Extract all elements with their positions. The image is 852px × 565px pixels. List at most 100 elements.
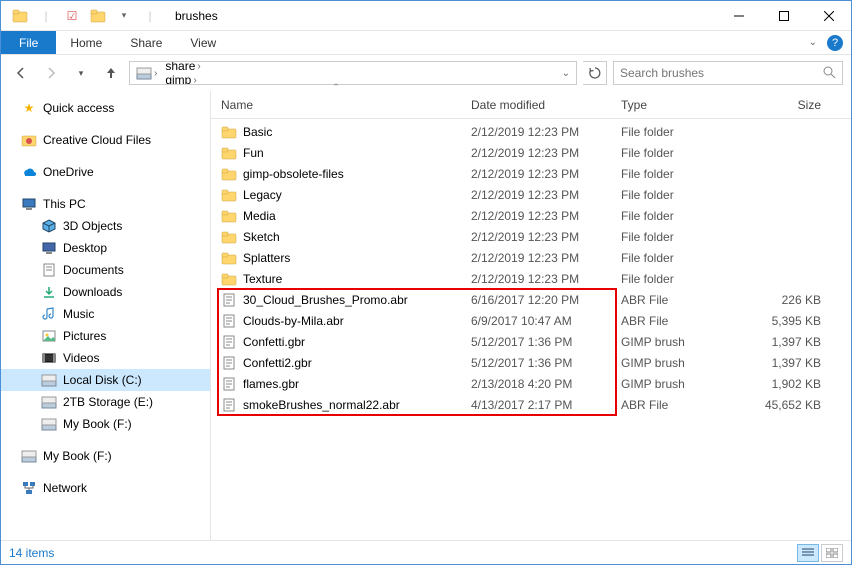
forward-button[interactable] bbox=[39, 61, 63, 85]
nav-creative-cloud[interactable]: Creative Cloud Files bbox=[1, 129, 210, 151]
up-button[interactable] bbox=[99, 61, 123, 85]
folder-row[interactable]: Sketch2/12/2019 12:23 PMFile folder bbox=[221, 226, 851, 247]
file-row[interactable]: 30_Cloud_Brushes_Promo.abr6/16/2017 12:2… bbox=[221, 289, 851, 310]
folder-row[interactable]: Splatters2/12/2019 12:23 PMFile folder bbox=[221, 247, 851, 268]
nav-label: 3D Objects bbox=[63, 219, 122, 233]
file-name: Texture bbox=[243, 272, 282, 286]
file-icon bbox=[221, 355, 237, 371]
back-button[interactable] bbox=[9, 61, 33, 85]
file-list[interactable]: Basic2/12/2019 12:23 PMFile folderFun2/1… bbox=[211, 119, 851, 540]
view-large-button[interactable] bbox=[821, 544, 843, 562]
navigation-pane: ★Quick access Creative Cloud Files OneDr… bbox=[1, 91, 211, 540]
recent-dropdown[interactable]: ▾ bbox=[69, 61, 93, 85]
folder-row[interactable]: Legacy2/12/2019 12:23 PMFile folder bbox=[221, 184, 851, 205]
nav-my-book[interactable]: My Book (F:) bbox=[1, 445, 210, 467]
music-icon bbox=[41, 306, 57, 322]
nav-onedrive[interactable]: OneDrive bbox=[1, 161, 210, 183]
breadcrumb-dropdown-icon[interactable]: ⌄ bbox=[558, 68, 574, 79]
file-date: 2/12/2019 12:23 PM bbox=[471, 188, 621, 202]
nav-item[interactable]: 3D Objects bbox=[1, 215, 210, 237]
file-size: 1,902 KB bbox=[741, 377, 841, 391]
nav-quick-access[interactable]: ★Quick access bbox=[1, 97, 210, 119]
nav-item[interactable]: Documents bbox=[1, 259, 210, 281]
qa-properties[interactable]: ☑ bbox=[61, 5, 83, 27]
nav-label: Documents bbox=[63, 263, 124, 277]
close-button[interactable] bbox=[806, 1, 851, 31]
nav-item[interactable]: Downloads bbox=[1, 281, 210, 303]
file-type: ABR File bbox=[621, 293, 741, 307]
maximize-button[interactable] bbox=[761, 1, 806, 31]
file-row[interactable]: Confetti2.gbr5/12/2017 1:36 PMGIMP brush… bbox=[221, 352, 851, 373]
search-box[interactable] bbox=[613, 61, 843, 85]
col-date[interactable]: Date modified bbox=[471, 98, 621, 112]
file-type: File folder bbox=[621, 188, 741, 202]
tab-view[interactable]: View bbox=[176, 31, 230, 54]
search-icon[interactable] bbox=[822, 65, 836, 82]
file-name: gimp-obsolete-files bbox=[243, 167, 344, 181]
file-date: 5/12/2017 1:36 PM bbox=[471, 356, 621, 370]
folder-icon bbox=[221, 124, 237, 140]
file-type: File folder bbox=[621, 209, 741, 223]
file-row[interactable]: flames.gbr2/13/2018 4:20 PMGIMP brush1,9… bbox=[221, 373, 851, 394]
folder-icon bbox=[221, 271, 237, 287]
nav-label: Desktop bbox=[63, 241, 107, 255]
file-icon bbox=[221, 313, 237, 329]
file-size: 1,397 KB bbox=[741, 335, 841, 349]
file-name: Splatters bbox=[243, 251, 290, 265]
file-row[interactable]: smokeBrushes_normal22.abr4/13/2017 2:17 … bbox=[221, 394, 851, 415]
folder-row[interactable]: Media2/12/2019 12:23 PMFile folder bbox=[221, 205, 851, 226]
nav-label: My Book (F:) bbox=[63, 417, 132, 431]
view-details-button[interactable] bbox=[797, 544, 819, 562]
tab-file[interactable]: File bbox=[1, 31, 56, 54]
tab-home[interactable]: Home bbox=[56, 31, 116, 54]
nav-label: Quick access bbox=[43, 101, 114, 115]
nav-item[interactable]: Videos bbox=[1, 347, 210, 369]
nav-label: OneDrive bbox=[43, 165, 94, 179]
nav-network[interactable]: Network bbox=[1, 477, 210, 499]
col-type[interactable]: Type bbox=[621, 98, 741, 112]
file-type: File folder bbox=[621, 125, 741, 139]
col-name[interactable]: Name bbox=[221, 98, 471, 112]
col-size[interactable]: Size bbox=[741, 98, 841, 112]
file-type: File folder bbox=[621, 230, 741, 244]
folder-row[interactable]: Texture2/12/2019 12:23 PMFile folder bbox=[221, 268, 851, 289]
nav-label: This PC bbox=[43, 197, 86, 211]
file-size: 226 KB bbox=[741, 293, 841, 307]
folder-row[interactable]: Fun2/12/2019 12:23 PMFile folder bbox=[221, 142, 851, 163]
nav-item[interactable]: 2TB Storage (E:) bbox=[1, 391, 210, 413]
file-type: File folder bbox=[621, 251, 741, 265]
qa-dropdown[interactable]: ▾ bbox=[113, 5, 135, 27]
nav-label: Creative Cloud Files bbox=[43, 133, 151, 147]
qa-divider: | bbox=[35, 5, 57, 27]
file-date: 2/12/2019 12:23 PM bbox=[471, 125, 621, 139]
file-row[interactable]: Confetti.gbr5/12/2017 1:36 PMGIMP brush1… bbox=[221, 331, 851, 352]
nav-item[interactable]: Pictures bbox=[1, 325, 210, 347]
nav-item[interactable]: Music bbox=[1, 303, 210, 325]
nav-item[interactable]: Local Disk (C:) bbox=[1, 369, 210, 391]
disk-icon bbox=[41, 416, 57, 432]
folder-row[interactable]: gimp-obsolete-files2/12/2019 12:23 PMFil… bbox=[221, 163, 851, 184]
tab-share[interactable]: Share bbox=[116, 31, 176, 54]
nav-label: My Book (F:) bbox=[43, 449, 112, 463]
file-date: 6/16/2017 12:20 PM bbox=[471, 293, 621, 307]
file-type: File folder bbox=[621, 146, 741, 160]
search-input[interactable] bbox=[620, 66, 800, 80]
nav-item[interactable]: My Book (F:) bbox=[1, 413, 210, 435]
refresh-button[interactable] bbox=[583, 61, 607, 85]
nav-item[interactable]: Desktop bbox=[1, 237, 210, 259]
file-name: Confetti.gbr bbox=[243, 335, 305, 349]
file-name: Basic bbox=[243, 125, 272, 139]
qa-divider2: | bbox=[139, 5, 161, 27]
download-icon bbox=[41, 284, 57, 300]
help-icon[interactable]: ? bbox=[827, 35, 843, 51]
network-icon bbox=[21, 480, 37, 496]
qa-newfolder[interactable] bbox=[87, 5, 109, 27]
nav-this-pc[interactable]: This PC bbox=[1, 193, 210, 215]
file-row[interactable]: Clouds-by-Mila.abr6/9/2017 10:47 AMABR F… bbox=[221, 310, 851, 331]
breadcrumb-segment[interactable]: share › bbox=[161, 61, 249, 73]
ribbon-expand-icon[interactable]: ⌄ bbox=[809, 37, 817, 48]
file-size: 1,397 KB bbox=[741, 356, 841, 370]
minimize-button[interactable] bbox=[716, 1, 761, 31]
status-bar: 14 items bbox=[1, 540, 851, 564]
folder-row[interactable]: Basic 2/12/2019 12:23 PMFile folder bbox=[221, 121, 851, 142]
